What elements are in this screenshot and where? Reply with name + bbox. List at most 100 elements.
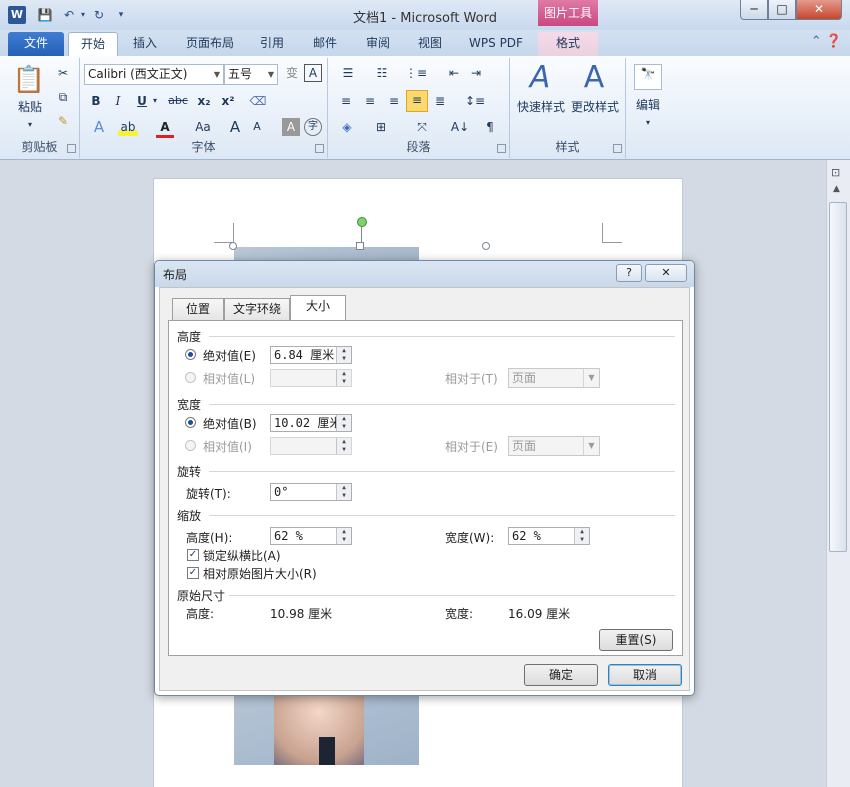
align-center-icon[interactable]: ≡ <box>360 92 380 110</box>
tab-references[interactable]: 引用 <box>252 32 292 56</box>
tab-file[interactable]: 文件 <box>8 32 64 56</box>
spin-arrows-icon[interactable]: ▲ ▼ <box>336 347 351 363</box>
character-shading-icon[interactable]: A <box>282 118 300 136</box>
ok-button[interactable]: 确定 <box>524 664 598 686</box>
height-absolute-input[interactable]: 6.84 厘米 ▲ ▼ <box>270 346 352 364</box>
distributed-icon[interactable]: ≣ <box>430 92 450 110</box>
resize-handle-top[interactable] <box>356 242 364 250</box>
ruler-toggle-icon[interactable]: ⊡ <box>831 166 840 179</box>
tab-wps-pdf[interactable]: WPS PDF <box>462 32 530 56</box>
width-relative-to-select[interactable]: 页面 ▼ <box>508 436 600 456</box>
font-color-icon[interactable]: A <box>156 118 174 138</box>
paragraph-launcher-icon[interactable] <box>497 144 506 153</box>
editing-button[interactable]: 编辑 <box>630 96 666 114</box>
increase-indent-icon[interactable]: ⇥ <box>466 64 486 82</box>
text-effects-icon[interactable]: A <box>88 118 110 136</box>
spin-arrows-icon[interactable]: ▲ ▼ <box>336 415 351 431</box>
editing-dropdown-icon[interactable]: ▾ <box>640 114 656 132</box>
change-styles-button[interactable]: 更改样式 <box>568 98 622 116</box>
spin-arrows-icon[interactable]: ▲ ▼ <box>574 528 589 544</box>
find-icon[interactable]: 🔭 <box>634 64 662 90</box>
italic-button[interactable]: I <box>110 92 126 110</box>
scale-height-input[interactable]: 62 % ▲ ▼ <box>270 527 352 545</box>
font-name-select[interactable]: Calibri (西文正文) ▼ <box>84 64 224 85</box>
cut-icon[interactable]: ✂ <box>54 64 72 82</box>
tab-format[interactable]: 格式 <box>538 32 598 56</box>
highlight-icon[interactable]: ab <box>118 118 138 136</box>
tab-mailings[interactable]: 邮件 <box>305 32 345 56</box>
clipboard-launcher-icon[interactable] <box>67 144 76 153</box>
height-relative-input[interactable]: ▲ ▼ <box>270 369 352 387</box>
tab-position[interactable]: 位置 <box>172 298 224 320</box>
resize-handle-tl[interactable] <box>229 242 237 250</box>
tab-view[interactable]: 视图 <box>410 32 450 56</box>
pinyin-guide-icon[interactable]: 变 <box>282 64 302 82</box>
superscript-button[interactable]: x² <box>218 92 238 110</box>
maximize-button[interactable]: □ <box>768 0 796 20</box>
tab-review[interactable]: 审阅 <box>358 32 398 56</box>
borders-icon[interactable]: ⊞ <box>370 118 392 136</box>
cancel-button[interactable]: 取消 <box>608 664 682 686</box>
dialog-close-button[interactable]: ✕ <box>645 264 687 282</box>
paste-button[interactable]: 粘贴 <box>10 98 50 116</box>
scale-width-input[interactable]: 62 % ▲ ▼ <box>508 527 590 545</box>
paste-dropdown-icon[interactable]: ▾ <box>22 116 38 134</box>
tab-size[interactable]: 大小 <box>290 295 346 321</box>
decrease-indent-icon[interactable]: ⇤ <box>444 64 464 82</box>
height-absolute-radio[interactable] <box>185 349 196 360</box>
width-relative-input[interactable]: ▲ ▼ <box>270 437 352 455</box>
dialog-help-button[interactable]: ? <box>616 264 642 282</box>
font-size-select[interactable]: 五号 ▼ <box>224 64 278 85</box>
rotation-handle[interactable] <box>357 217 367 227</box>
reset-button[interactable]: 重置(S) <box>599 629 673 651</box>
scrollbar-thumb[interactable] <box>829 202 847 552</box>
height-relative-radio[interactable] <box>185 372 196 383</box>
help-icon[interactable]: ⌃ ❓ <box>811 34 842 49</box>
font-launcher-icon[interactable] <box>315 144 324 153</box>
tab-insert[interactable]: 插入 <box>124 32 166 56</box>
chinese-layout-icon[interactable]: ⤧ <box>410 118 434 136</box>
height-relative-to-select[interactable]: 页面 ▼ <box>508 368 600 388</box>
format-painter-icon[interactable]: ✎ <box>54 112 72 130</box>
bullets-icon[interactable]: ☰ <box>336 64 360 82</box>
quick-styles-button[interactable]: 快速样式 <box>514 98 568 116</box>
sort-icon[interactable]: A↓ <box>450 118 470 136</box>
shading-icon[interactable]: ◈ <box>336 118 358 136</box>
change-styles-icon[interactable]: A <box>576 60 612 96</box>
resize-handle-tr[interactable] <box>482 242 490 250</box>
clear-formatting-icon[interactable]: ⌫ <box>248 92 268 110</box>
align-left-icon[interactable]: ≡ <box>336 92 356 110</box>
width-absolute-input[interactable]: 10.02 厘米 ▲ ▼ <box>270 414 352 432</box>
spin-arrows-icon[interactable]: ▲ ▼ <box>336 484 351 500</box>
grow-font-button[interactable]: A <box>226 118 244 136</box>
tab-home[interactable]: 开始 <box>68 32 118 56</box>
scroll-up-icon[interactable]: ▲ <box>833 184 840 194</box>
paste-icon[interactable]: 📋 <box>12 62 46 100</box>
copy-icon[interactable]: ⧉ <box>54 88 72 106</box>
numbering-icon[interactable]: ☷ <box>370 64 394 82</box>
bold-button[interactable]: B <box>88 92 104 110</box>
shrink-font-button[interactable]: A <box>248 118 266 136</box>
underline-button[interactable]: U <box>134 92 150 110</box>
show-marks-icon[interactable]: ¶ <box>480 118 500 136</box>
minimize-button[interactable]: ─ <box>740 0 768 20</box>
tab-page-layout[interactable]: 页面布局 <box>178 32 242 56</box>
width-relative-radio[interactable] <box>185 440 196 451</box>
width-absolute-radio[interactable] <box>185 417 196 428</box>
underline-dropdown-icon[interactable]: ▾ <box>150 92 160 110</box>
styles-launcher-icon[interactable] <box>613 144 622 153</box>
multilevel-list-icon[interactable]: ⋮≡ <box>404 64 428 82</box>
relative-original-checkbox[interactable]: ✓ <box>187 567 199 579</box>
subscript-button[interactable]: x₂ <box>194 92 214 110</box>
line-spacing-icon[interactable]: ↕≡ <box>462 92 488 110</box>
quick-styles-icon[interactable]: A <box>522 60 558 96</box>
change-case-button[interactable]: Aa <box>190 118 216 136</box>
close-button[interactable]: ✕ <box>796 0 842 20</box>
enclose-characters-icon[interactable]: 字 <box>304 118 322 136</box>
tab-text-wrapping[interactable]: 文字环绕 <box>224 298 290 320</box>
justify-icon[interactable]: ≡ <box>406 90 428 112</box>
strikethrough-button[interactable]: abc <box>166 92 190 110</box>
lock-aspect-checkbox[interactable]: ✓ <box>187 549 199 561</box>
character-border-icon[interactable]: A <box>304 64 322 82</box>
vertical-scrollbar[interactable]: ⊡ ▲ <box>826 160 850 787</box>
